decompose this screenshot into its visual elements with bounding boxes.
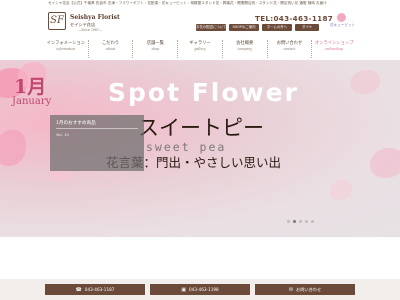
nav-item-gallery[interactable]: ギャラリー gallery <box>177 40 222 58</box>
footer-contact-button[interactable]: ✉ お問い合わせ <box>255 284 355 295</box>
site-logo[interactable]: SF Seishya Florist セイシヤ花店 —Since 1967— <box>48 11 120 35</box>
nav-item-company[interactable]: 会社概要 company <box>221 40 267 58</box>
nav-label: お問い合わせ <box>276 41 303 46</box>
mail-icon: ✉ <box>288 287 294 293</box>
slider-dot[interactable] <box>293 220 296 223</box>
nav-sublabel: company <box>237 47 252 51</box>
slider-pagination <box>287 220 314 223</box>
nav-item-shop[interactable]: 店舗一覧 shop <box>132 40 177 58</box>
nav-sublabel: information <box>56 47 76 51</box>
header-button-home[interactable]: ホームの外へ <box>262 24 292 31</box>
nav-sublabel: shop <box>151 47 160 51</box>
nav-item-onlineshop[interactable]: オンラインショップ onlineshop <box>311 40 356 58</box>
nav-sublabel: onlineshop <box>325 47 343 51</box>
recommend-card-title: 1月のおすすめ商品 <box>56 121 96 126</box>
nav-sublabel: about <box>105 47 116 51</box>
nav-label: こだわり <box>101 41 120 46</box>
sweet-pea-petal-image <box>330 180 352 200</box>
card-divider <box>56 128 138 129</box>
footer-tel-button[interactable]: ☎ 043-463-1187 <box>45 284 145 295</box>
footer-tel-label: 043-463-1187 <box>84 287 115 292</box>
site-description: セイシヤ花店【公式】千葉県 佐倉市 志津・フラワーギフト・花配達・花キューピット… <box>48 1 327 5</box>
sweet-pea-petal-image <box>0 130 26 166</box>
flower-icon <box>337 13 346 22</box>
nav-sublabel: contact <box>283 47 296 51</box>
hero-month-english: January <box>12 96 52 107</box>
nav-label: オンラインショップ <box>314 41 354 46</box>
header-button-shop[interactable]: SHOPのご案内 <box>229 24 259 31</box>
header-button-delivery[interactable]: お花の配送について <box>196 24 226 31</box>
header-tel[interactable]: TEL:043-463-1187 <box>255 14 333 23</box>
slider-dot[interactable] <box>305 220 308 223</box>
nav-item-contact[interactable]: お問い合わせ contact <box>266 40 312 58</box>
phone-icon: ☎ <box>75 287 82 293</box>
footer-contact-label: お問い合わせ <box>296 287 322 292</box>
header-button-diamond[interactable]: ダイヤ <box>295 24 319 31</box>
nav-label: 会社概要 <box>236 41 254 46</box>
recommend-card-volume: Vol. 10 <box>56 132 69 137</box>
nav-label: ギャラリー <box>189 41 211 46</box>
footer-fax-label: 043-463-1198 <box>189 287 219 292</box>
nav-sublabel: gallery <box>194 47 206 51</box>
sweet-pea-petal-image <box>370 148 400 178</box>
nav-item-information[interactable]: インフォメーション information <box>44 40 88 58</box>
hero-flower-name-ja: スイートピー <box>138 116 264 140</box>
sweet-pea-petal-image <box>350 70 380 94</box>
nav-item-about[interactable]: こだわり about <box>87 40 133 58</box>
recommend-card[interactable]: 1月のおすすめ商品 Vol. 10 <box>50 115 144 171</box>
logo-name: Seishya Florist <box>70 14 120 21</box>
hero-title: Spot Flower <box>108 78 299 107</box>
slider-dot[interactable] <box>287 220 290 223</box>
slider-dot[interactable] <box>299 220 302 223</box>
badge-label: 花キューピット <box>330 23 356 27</box>
main-nav: インフォメーション information こだわり about 店舗一覧 sh… <box>44 40 356 58</box>
slider-dot[interactable] <box>311 220 314 223</box>
top-bar: セイシヤ花店【公式】千葉県 佐倉市 志津・フラワーギフト・花配達・花キューピット… <box>0 0 400 6</box>
hero-month-number: 1月 <box>14 76 47 98</box>
hanakupit-badge[interactable]: 花キューピット <box>330 13 356 33</box>
logo-mark: SF <box>48 12 66 30</box>
logo-since: —Since 1967— <box>78 28 103 32</box>
footer-fax-button[interactable]: ▣ 043-463-1198 <box>150 284 250 295</box>
nav-label: 店舗一覧 <box>146 41 164 46</box>
fax-icon: ▣ <box>181 287 187 293</box>
nav-label: インフォメーション <box>46 41 86 46</box>
